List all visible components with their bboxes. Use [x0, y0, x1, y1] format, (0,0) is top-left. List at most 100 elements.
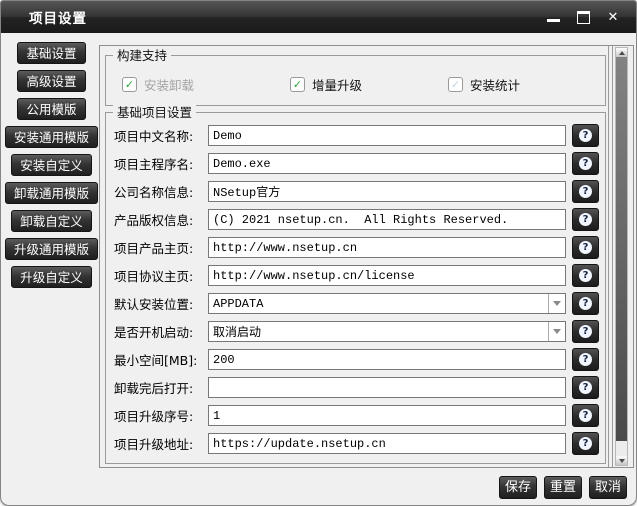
sidebar: 基础设置 高级设置 公用模版 安装通用模版 安装自定义 卸载通用模版 卸载自定义…: [5, 42, 99, 288]
help-button[interactable]: ?: [572, 208, 599, 231]
project-name-input[interactable]: [208, 125, 566, 146]
field-label: 项目升级序号:: [114, 409, 194, 424]
upgrade-url-input[interactable]: [208, 433, 566, 454]
help-icon: ?: [579, 157, 592, 170]
project-settings-window: 项目设置 ✕ 基础设置 高级设置 公用模版 安装通用模版 安装自定义 卸载通用模…: [0, 0, 637, 506]
scroll-up-button[interactable]: [616, 48, 627, 57]
select-value: 取消启动: [213, 326, 262, 340]
help-button[interactable]: ?: [572, 152, 599, 175]
field-row-open-after-uninstall: 卸载完后打开: ?: [114, 376, 599, 399]
main-exe-input[interactable]: [208, 153, 566, 174]
help-button[interactable]: ?: [572, 264, 599, 287]
field-row-autostart: 是否开机启动: 取消启动 ?: [114, 320, 599, 343]
help-button[interactable]: ?: [572, 180, 599, 203]
help-icon: ?: [579, 325, 592, 338]
scroll-down-button[interactable]: [616, 456, 627, 465]
chevron-down-icon: [553, 329, 561, 334]
help-icon: ?: [579, 297, 592, 310]
field-label: 项目升级地址:: [114, 437, 194, 452]
panel-divider: [608, 46, 613, 467]
help-button[interactable]: ?: [572, 320, 599, 343]
titlebar[interactable]: 项目设置 ✕: [1, 1, 636, 33]
sidebar-item-common-template[interactable]: 公用模版: [17, 98, 86, 120]
field-label: 项目主程序名:: [114, 157, 194, 172]
help-button[interactable]: ?: [572, 376, 599, 399]
field-label: 公司名称信息:: [114, 185, 194, 200]
help-button[interactable]: ?: [572, 404, 599, 427]
help-icon: ?: [579, 129, 592, 142]
fields-list: 项目中文名称: ? 项目主程序名: ? 公司名称信息:: [106, 124, 605, 455]
company-name-input[interactable]: [208, 181, 566, 202]
field-label: 产品版权信息:: [114, 213, 194, 228]
help-icon: ?: [579, 409, 592, 422]
sidebar-item-basic-settings[interactable]: 基础设置: [17, 42, 86, 64]
window-title: 项目设置: [29, 11, 87, 27]
field-label: 是否开机启动:: [114, 325, 194, 340]
help-button[interactable]: ?: [572, 236, 599, 259]
dropdown-button[interactable]: [548, 322, 565, 341]
field-row-install-location: 默认安装位置: APPDATA ?: [114, 292, 599, 315]
copyright-input[interactable]: [208, 209, 566, 230]
field-row-upgrade-serial: 项目升级序号: ?: [114, 404, 599, 427]
help-button[interactable]: ?: [572, 348, 599, 371]
sidebar-item-advanced-settings[interactable]: 高级设置: [17, 70, 86, 92]
help-button[interactable]: ?: [572, 432, 599, 455]
basic-settings-group: 基础项目设置 项目中文名称: ? 项目主程序名: ?: [105, 105, 606, 464]
sidebar-item-upgrade-template[interactable]: 升级通用模版: [5, 238, 99, 260]
chevron-down-icon: [553, 301, 561, 306]
dropdown-button[interactable]: [548, 294, 565, 313]
checkbox-label: 增量升级: [312, 78, 363, 93]
min-space-input[interactable]: [208, 349, 566, 370]
reset-button[interactable]: 重置: [543, 476, 582, 499]
arrow-down-icon: [618, 458, 625, 463]
product-homepage-input[interactable]: [208, 237, 566, 258]
close-button[interactable]: ✕: [603, 8, 623, 26]
window-controls: ✕: [543, 8, 623, 26]
open-after-uninstall-input[interactable]: [208, 377, 566, 398]
autostart-select[interactable]: 取消启动: [208, 321, 566, 342]
help-button[interactable]: ?: [572, 124, 599, 147]
select-value: APPDATA: [213, 296, 264, 311]
scrollbar-track[interactable]: [616, 441, 627, 456]
footer-buttons: 保存 重置 取消: [498, 476, 627, 499]
checkbox-faded-check-icon: ✓: [448, 77, 463, 92]
main-panel: 构建支持 ✓ 安装卸载 ✓ 增量升级 ✓ 安装统计 基础项目设置 项目中文名称:: [99, 45, 634, 468]
build-support-group: 构建支持 ✓ 安装卸载 ✓ 增量升级 ✓ 安装统计: [105, 48, 606, 106]
scrollbar-thumb[interactable]: [616, 57, 627, 441]
field-label: 默认安装位置:: [114, 297, 194, 312]
checkbox-label: 安装卸载: [144, 78, 195, 93]
field-row-min-space: 最小空间[MB]: ?: [114, 348, 599, 371]
field-label: 项目协议主页:: [114, 269, 194, 284]
help-icon: ?: [579, 185, 592, 198]
sidebar-item-upgrade-custom[interactable]: 升级自定义: [11, 266, 92, 288]
minimize-button[interactable]: [543, 8, 563, 26]
install-location-select[interactable]: APPDATA: [208, 293, 566, 314]
help-button[interactable]: ?: [572, 292, 599, 315]
maximize-button[interactable]: [573, 8, 593, 26]
close-icon: ✕: [607, 9, 619, 25]
checkbox-incremental-upgrade[interactable]: ✓ 增量升级: [290, 75, 362, 94]
sidebar-item-install-template[interactable]: 安装通用模版: [5, 126, 99, 148]
cancel-button[interactable]: 取消: [588, 476, 627, 499]
field-row-project-name: 项目中文名称: ?: [114, 124, 599, 147]
help-icon: ?: [579, 241, 592, 254]
checkbox-checked-icon: ✓: [122, 77, 137, 92]
save-button[interactable]: 保存: [498, 476, 537, 499]
basic-settings-legend: 基础项目设置: [113, 105, 197, 120]
field-label: 项目产品主页:: [114, 241, 194, 256]
upgrade-serial-input[interactable]: [208, 405, 566, 426]
sidebar-item-uninstall-custom[interactable]: 卸载自定义: [11, 210, 92, 232]
sidebar-item-uninstall-template[interactable]: 卸载通用模版: [5, 182, 99, 204]
field-row-main-exe: 项目主程序名: ?: [114, 152, 599, 175]
help-icon: ?: [579, 213, 592, 226]
field-row-license-homepage: 项目协议主页: ?: [114, 264, 599, 287]
vertical-scrollbar[interactable]: [615, 47, 628, 466]
field-label: 项目中文名称:: [114, 129, 194, 144]
maximize-icon: [576, 10, 590, 24]
minimize-icon: [546, 19, 560, 22]
field-row-product-homepage: 项目产品主页: ?: [114, 236, 599, 259]
checkbox-install-statistics[interactable]: ✓ 安装统计: [448, 75, 520, 94]
license-homepage-input[interactable]: [208, 265, 566, 286]
sidebar-item-install-custom[interactable]: 安装自定义: [11, 154, 92, 176]
help-icon: ?: [579, 437, 592, 450]
